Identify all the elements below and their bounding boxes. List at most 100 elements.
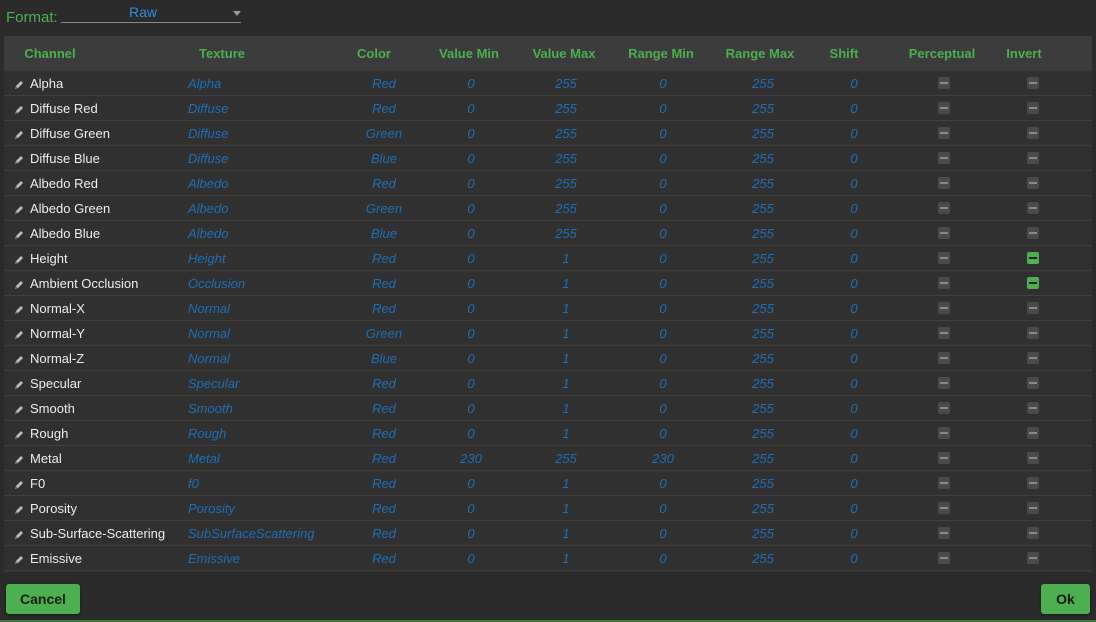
pencil-icon[interactable] <box>14 203 24 214</box>
range-min-cell[interactable]: 0 <box>633 71 693 95</box>
perceptual-checkbox[interactable] <box>938 202 950 214</box>
range-min-cell[interactable]: 0 <box>633 396 693 420</box>
color-cell[interactable]: Blue <box>354 221 414 245</box>
invert-checkbox[interactable] <box>1027 152 1039 164</box>
header-value-max[interactable]: Value Max <box>524 36 604 71</box>
shift-cell[interactable]: 0 <box>824 471 884 495</box>
perceptual-checkbox[interactable] <box>938 227 950 239</box>
texture-cell[interactable]: Normal <box>188 296 348 320</box>
perceptual-checkbox[interactable] <box>938 452 950 464</box>
range-min-cell[interactable]: 0 <box>633 296 693 320</box>
shift-cell[interactable]: 0 <box>824 221 884 245</box>
invert-checkbox[interactable] <box>1027 527 1039 539</box>
color-cell[interactable]: Red <box>354 546 414 570</box>
pencil-icon[interactable] <box>14 553 24 564</box>
range-max-cell[interactable]: 255 <box>733 471 793 495</box>
invert-checkbox[interactable] <box>1027 77 1039 89</box>
range-min-cell[interactable]: 0 <box>633 121 693 145</box>
range-min-cell[interactable]: 0 <box>633 196 693 220</box>
range-max-cell[interactable]: 255 <box>733 246 793 270</box>
range-max-cell[interactable]: 255 <box>733 196 793 220</box>
perceptual-checkbox[interactable] <box>938 427 950 439</box>
shift-cell[interactable]: 0 <box>824 521 884 545</box>
header-range-max[interactable]: Range Max <box>720 36 800 71</box>
pencil-icon[interactable] <box>14 478 24 489</box>
texture-cell[interactable]: Diffuse <box>188 121 348 145</box>
range-min-cell[interactable]: 0 <box>633 221 693 245</box>
invert-checkbox[interactable] <box>1027 127 1039 139</box>
header-value-min[interactable]: Value Min <box>429 36 509 71</box>
color-cell[interactable]: Red <box>354 271 414 295</box>
texture-cell[interactable]: Smooth <box>188 396 348 420</box>
texture-cell[interactable]: Albedo <box>188 196 348 220</box>
value-max-cell[interactable]: 255 <box>536 121 596 145</box>
shift-cell[interactable]: 0 <box>824 196 884 220</box>
shift-cell[interactable]: 0 <box>824 71 884 95</box>
color-cell[interactable]: Green <box>354 321 414 345</box>
range-min-cell[interactable]: 0 <box>633 146 693 170</box>
value-max-cell[interactable]: 255 <box>536 446 596 470</box>
color-cell[interactable]: Red <box>354 371 414 395</box>
invert-checkbox[interactable] <box>1027 102 1039 114</box>
range-min-cell[interactable]: 0 <box>633 96 693 120</box>
value-min-cell[interactable]: 0 <box>441 496 501 520</box>
pencil-icon[interactable] <box>14 278 24 289</box>
value-min-cell[interactable]: 0 <box>441 471 501 495</box>
color-cell[interactable]: Red <box>354 421 414 445</box>
value-min-cell[interactable]: 0 <box>441 246 501 270</box>
value-min-cell[interactable]: 0 <box>441 196 501 220</box>
range-min-cell[interactable]: 0 <box>633 471 693 495</box>
pencil-icon[interactable] <box>14 353 24 364</box>
shift-cell[interactable]: 0 <box>824 146 884 170</box>
range-max-cell[interactable]: 255 <box>733 521 793 545</box>
value-min-cell[interactable]: 0 <box>441 346 501 370</box>
value-min-cell[interactable]: 0 <box>441 371 501 395</box>
pencil-icon[interactable] <box>14 128 24 139</box>
range-max-cell[interactable]: 255 <box>733 296 793 320</box>
shift-cell[interactable]: 0 <box>824 171 884 195</box>
value-max-cell[interactable]: 1 <box>536 546 596 570</box>
range-max-cell[interactable]: 255 <box>733 346 793 370</box>
color-cell[interactable]: Blue <box>354 346 414 370</box>
range-max-cell[interactable]: 255 <box>733 121 793 145</box>
range-max-cell[interactable]: 255 <box>733 496 793 520</box>
perceptual-checkbox[interactable] <box>938 327 950 339</box>
texture-cell[interactable]: Diffuse <box>188 96 348 120</box>
header-invert[interactable]: Invert <box>994 36 1054 71</box>
invert-checkbox[interactable] <box>1027 277 1039 289</box>
shift-cell[interactable]: 0 <box>824 546 884 570</box>
color-cell[interactable]: Red <box>354 521 414 545</box>
color-cell[interactable]: Green <box>354 196 414 220</box>
ok-button[interactable]: Ok <box>1041 584 1090 614</box>
value-min-cell[interactable]: 0 <box>441 396 501 420</box>
range-min-cell[interactable]: 0 <box>633 271 693 295</box>
range-max-cell[interactable]: 255 <box>733 71 793 95</box>
range-max-cell[interactable]: 255 <box>733 171 793 195</box>
pencil-icon[interactable] <box>14 303 24 314</box>
pencil-icon[interactable] <box>14 528 24 539</box>
value-max-cell[interactable]: 1 <box>536 296 596 320</box>
value-max-cell[interactable]: 255 <box>536 196 596 220</box>
range-max-cell[interactable]: 255 <box>733 221 793 245</box>
value-max-cell[interactable]: 1 <box>536 421 596 445</box>
cancel-button[interactable]: Cancel <box>6 584 80 614</box>
perceptual-checkbox[interactable] <box>938 127 950 139</box>
texture-cell[interactable]: SubSurfaceScattering <box>188 521 348 545</box>
perceptual-checkbox[interactable] <box>938 102 950 114</box>
color-cell[interactable]: Blue <box>354 146 414 170</box>
range-max-cell[interactable]: 255 <box>733 546 793 570</box>
pencil-icon[interactable] <box>14 153 24 164</box>
value-min-cell[interactable]: 0 <box>441 171 501 195</box>
header-texture[interactable]: Texture <box>182 36 262 71</box>
value-max-cell[interactable]: 1 <box>536 271 596 295</box>
range-min-cell[interactable]: 0 <box>633 546 693 570</box>
range-min-cell[interactable]: 0 <box>633 496 693 520</box>
range-min-cell[interactable]: 0 <box>633 246 693 270</box>
range-max-cell[interactable]: 255 <box>733 146 793 170</box>
pencil-icon[interactable] <box>14 78 24 89</box>
value-min-cell[interactable]: 0 <box>441 546 501 570</box>
header-channel[interactable]: Channel <box>10 36 90 71</box>
shift-cell[interactable]: 0 <box>824 121 884 145</box>
shift-cell[interactable]: 0 <box>824 371 884 395</box>
range-max-cell[interactable]: 255 <box>733 446 793 470</box>
